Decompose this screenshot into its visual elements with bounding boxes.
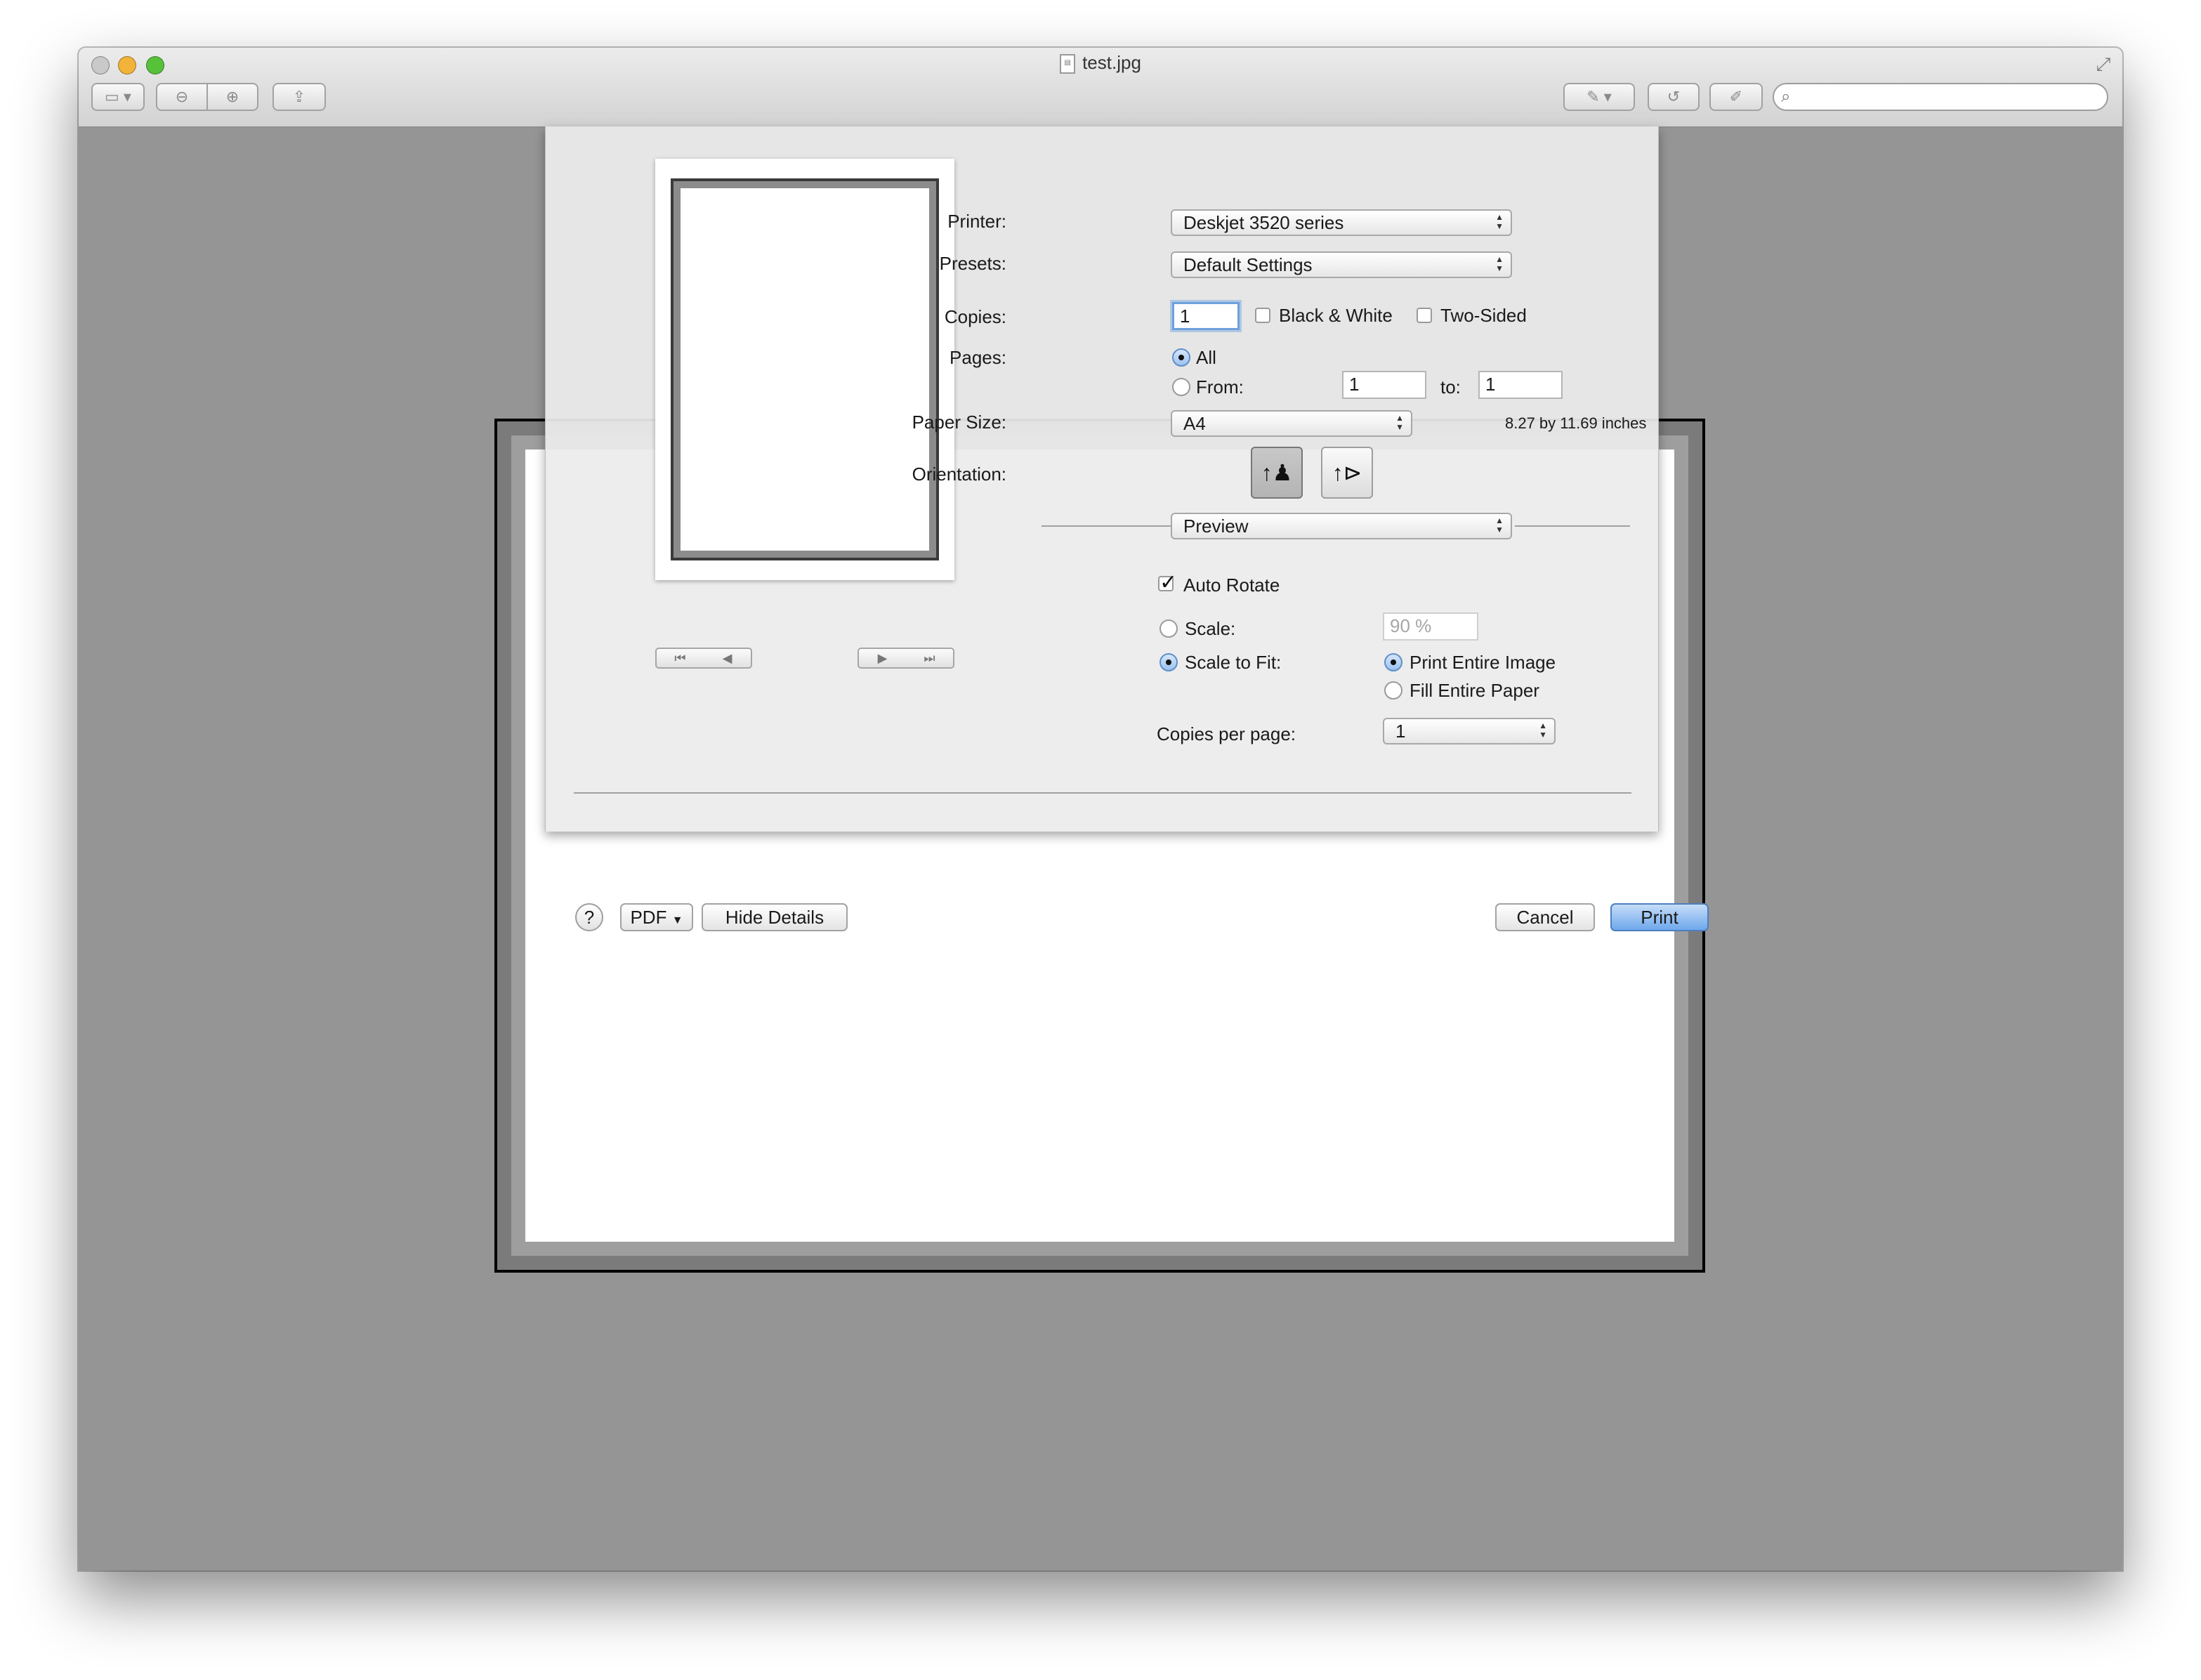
copies-field[interactable]: 1 (1172, 302, 1240, 330)
sidebar-icon: ▭ ▾ (105, 88, 131, 105)
separator (574, 792, 1631, 794)
pages-from-field[interactable]: 1 (1342, 371, 1426, 399)
share-icon: ⇪ (292, 88, 306, 105)
pages-label: Pages: (950, 347, 1006, 368)
edit-button[interactable]: ✐ (1709, 83, 1763, 111)
pages-to-field[interactable]: 1 (1478, 371, 1563, 399)
next-page-icon[interactable]: ▶ (859, 651, 906, 666)
section-popup[interactable]: Preview ▲ ▼ (1171, 513, 1512, 539)
paper-size-popup[interactable]: A4 ▲ ▼ (1171, 410, 1412, 437)
popup-arrows-icon: ▲ ▼ (1395, 413, 1404, 432)
landscape-icon: ↑⊳ (1332, 460, 1362, 485)
pen-icon: ✎ ▾ (1586, 88, 1612, 105)
window-title: ▤ test.jpg (79, 52, 2122, 74)
zoom-in-button[interactable]: ⊕ (206, 83, 258, 111)
popup-arrows-icon: ▲ ▼ (1539, 721, 1547, 740)
zoom-out-button[interactable]: ⊖ (156, 83, 208, 111)
first-page-icon[interactable]: ⏮ (657, 651, 704, 666)
cancel-button[interactable]: Cancel (1495, 903, 1595, 931)
scale-to-fit-radio[interactable] (1159, 653, 1178, 671)
rotate-icon: ↺ (1667, 88, 1681, 105)
auto-rotate-label: Auto Rotate (1183, 575, 1280, 596)
search-icon: ⌕ (1781, 87, 1791, 106)
search-input[interactable]: ⌕ (1773, 83, 2108, 111)
fullscreen-icon[interactable]: ⤢ (2093, 53, 2114, 74)
share-button[interactable]: ⇪ (272, 83, 326, 111)
pages-all-label: All (1196, 347, 1216, 368)
portrait-icon: ↑♟ (1261, 460, 1293, 485)
copies-label: Copies: (944, 306, 1006, 327)
separator (1042, 525, 1171, 527)
copies-per-page-popup[interactable]: 1 ▲ ▼ (1383, 718, 1556, 744)
scale-field[interactable]: 90 % (1383, 612, 1478, 641)
black-white-checkbox[interactable] (1255, 308, 1270, 323)
fill-entire-paper-radio[interactable] (1384, 681, 1402, 700)
next-page-controls[interactable]: ▶ ⏭ (858, 648, 954, 669)
portrait-orientation-button[interactable]: ↑♟ (1251, 447, 1303, 499)
printer-label: Printer: (947, 211, 1006, 232)
paper-size-label: Paper Size: (912, 412, 1006, 433)
presets-popup[interactable]: Default Settings ▲ ▼ (1171, 251, 1512, 278)
pages-to-label: to: (1440, 376, 1461, 398)
landscape-orientation-button[interactable]: ↑⊳ (1321, 447, 1373, 499)
chevron-down-icon: ▼ (671, 914, 683, 926)
fill-entire-paper-label: Fill Entire Paper (1410, 680, 1539, 701)
hide-details-button[interactable]: Hide Details (702, 903, 848, 931)
help-button[interactable]: ? (575, 903, 603, 931)
preview-window: ▤ test.jpg ⤢ ▭ ▾ ⊖ ⊕ ⇪ ✎ ▾ ↺ ✐ ⌕ ⏮ ◀ ▶ ⏭… (79, 48, 2122, 1570)
copies-per-page-label: Copies per page: (1157, 723, 1296, 744)
scale-to-fit-label: Scale to Fit: (1185, 652, 1282, 673)
two-sided-checkbox[interactable] (1417, 308, 1432, 323)
edit-icon: ✐ (1729, 88, 1743, 105)
orientation-label: Orientation: (912, 464, 1006, 485)
last-page-icon[interactable]: ⏭ (906, 651, 953, 666)
presets-label: Presets: (939, 253, 1006, 274)
titlebar: ▤ test.jpg ⤢ ▭ ▾ ⊖ ⊕ ⇪ ✎ ▾ ↺ ✐ ⌕ (79, 48, 2122, 128)
pages-from-label: From: (1196, 376, 1244, 398)
print-entire-image-radio[interactable] (1384, 653, 1402, 671)
popup-arrows-icon: ▲ ▼ (1495, 516, 1504, 534)
sidebar-view-button[interactable]: ▭ ▾ (91, 83, 145, 111)
print-preview-thumbnail (655, 159, 954, 580)
markup-button[interactable]: ✎ ▾ (1563, 83, 1635, 111)
zoom-out-icon: ⊖ (175, 88, 189, 105)
print-dialog: ⏮◀ 1 of 1 ▶⏭ Printer: Deskjet 3520 serie… (545, 126, 1709, 931)
black-white-label: Black & White (1279, 305, 1393, 326)
print-button[interactable]: Print (1610, 903, 1709, 931)
paper-size-dimensions: 8.27 by 11.69 inches (1505, 414, 1647, 432)
pages-all-radio[interactable] (1172, 348, 1190, 367)
zoom-in-icon: ⊕ (225, 88, 239, 105)
separator (1515, 525, 1630, 527)
document-icon: ▤ (1060, 54, 1076, 74)
pages-from-radio[interactable] (1172, 378, 1190, 396)
auto-rotate-checkbox[interactable] (1158, 570, 1177, 595)
scale-radio[interactable] (1159, 619, 1178, 638)
printer-popup[interactable]: Deskjet 3520 series ▲ ▼ (1171, 209, 1512, 236)
rotate-button[interactable]: ↺ (1648, 83, 1700, 111)
pdf-menu-button[interactable]: PDF ▼ (620, 903, 693, 931)
scale-label: Scale: (1185, 618, 1236, 639)
two-sided-label: Two-Sided (1440, 305, 1527, 326)
print-entire-image-label: Print Entire Image (1410, 652, 1556, 673)
previous-page-controls[interactable]: ⏮ ◀ (655, 648, 752, 669)
previous-page-icon[interactable]: ◀ (704, 651, 751, 666)
popup-arrows-icon: ▲ ▼ (1495, 212, 1504, 231)
popup-arrows-icon: ▲ ▼ (1495, 254, 1504, 273)
